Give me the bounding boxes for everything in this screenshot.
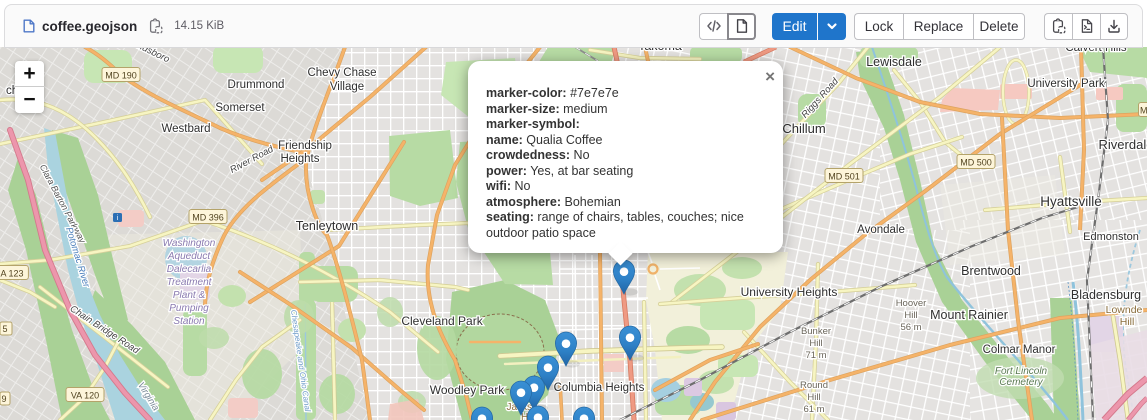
svg-text:Lewisdale: Lewisdale bbox=[866, 55, 922, 69]
svg-text:Bladensburg: Bladensburg bbox=[1071, 288, 1141, 302]
svg-text:Treatment: Treatment bbox=[167, 277, 213, 288]
svg-text:Round: Round bbox=[800, 380, 828, 391]
svg-text:Colmar Manor: Colmar Manor bbox=[983, 344, 1056, 356]
svg-text:Friendship: Friendship bbox=[278, 140, 332, 152]
svg-text:Drummond: Drummond bbox=[228, 79, 285, 91]
svg-text:Hoover: Hoover bbox=[896, 298, 927, 309]
svg-text:Aqueduct: Aqueduct bbox=[167, 251, 211, 262]
svg-text:University Park: University Park bbox=[1027, 78, 1105, 90]
svg-text:Westbard: Westbard bbox=[161, 123, 210, 135]
svg-text:Washington: Washington bbox=[163, 238, 216, 249]
svg-text:Bunker: Bunker bbox=[801, 326, 831, 337]
svg-text:Somerset: Somerset bbox=[215, 102, 265, 114]
svg-text:Dalecarlia: Dalecarlia bbox=[167, 264, 212, 275]
svg-text:MD 500: MD 500 bbox=[960, 158, 992, 168]
svg-text:Riverdale: Riverdale bbox=[1099, 137, 1147, 152]
svg-text:Fort Lincoln: Fort Lincoln bbox=[995, 366, 1048, 377]
svg-text:Woodley Park: Woodley Park bbox=[430, 383, 505, 397]
svg-text:Cemetery: Cemetery bbox=[999, 377, 1043, 388]
svg-text:MD 396: MD 396 bbox=[192, 213, 224, 223]
svg-text:Hill: Hill bbox=[809, 338, 822, 349]
svg-text:Edmonston: Edmonston bbox=[1083, 231, 1139, 243]
svg-text:Columbia Heights: Columbia Heights bbox=[554, 382, 645, 394]
svg-text:Heights: Heights bbox=[281, 153, 320, 165]
svg-text:A 123: A 123 bbox=[0, 269, 23, 279]
svg-text:Hill: Hill bbox=[904, 310, 917, 321]
svg-text:Hill: Hill bbox=[1120, 316, 1135, 328]
svg-text:Plant &: Plant & bbox=[173, 290, 206, 301]
svg-text:9: 9 bbox=[1, 394, 6, 404]
svg-text:Avondale: Avondale bbox=[857, 224, 905, 236]
svg-text:71 m: 71 m bbox=[805, 350, 826, 361]
svg-text:Chevy Chase: Chevy Chase bbox=[307, 67, 376, 79]
svg-text:Mount Rainier: Mount Rainier bbox=[930, 308, 1008, 322]
svg-text:MD 190: MD 190 bbox=[105, 71, 137, 81]
svg-text:Village: Village bbox=[330, 81, 364, 93]
svg-text:5: 5 bbox=[2, 324, 7, 334]
svg-text:MD: MD bbox=[1140, 106, 1147, 116]
svg-text:MD 501: MD 501 bbox=[828, 172, 860, 182]
svg-text:Hyattsville: Hyattsville bbox=[1040, 194, 1102, 209]
svg-text:Cleveland Park: Cleveland Park bbox=[401, 314, 483, 328]
svg-text:Calvert Hills: Calvert Hills bbox=[1065, 47, 1127, 54]
svg-text:University Heights: University Heights bbox=[741, 285, 838, 299]
svg-text:Hill: Hill bbox=[807, 392, 820, 403]
svg-text:Chillum: Chillum bbox=[782, 121, 825, 136]
svg-text:Tenleytown: Tenleytown bbox=[296, 219, 359, 233]
svg-text:56 m: 56 m bbox=[900, 322, 921, 333]
svg-text:61 m: 61 m bbox=[803, 404, 824, 415]
svg-text:Brentwood: Brentwood bbox=[961, 264, 1021, 278]
svg-text:Station: Station bbox=[173, 316, 205, 327]
svg-text:VA 120: VA 120 bbox=[71, 391, 99, 401]
svg-text:Lownde: Lownde bbox=[1106, 304, 1143, 316]
svg-text:Pumping: Pumping bbox=[169, 303, 209, 314]
